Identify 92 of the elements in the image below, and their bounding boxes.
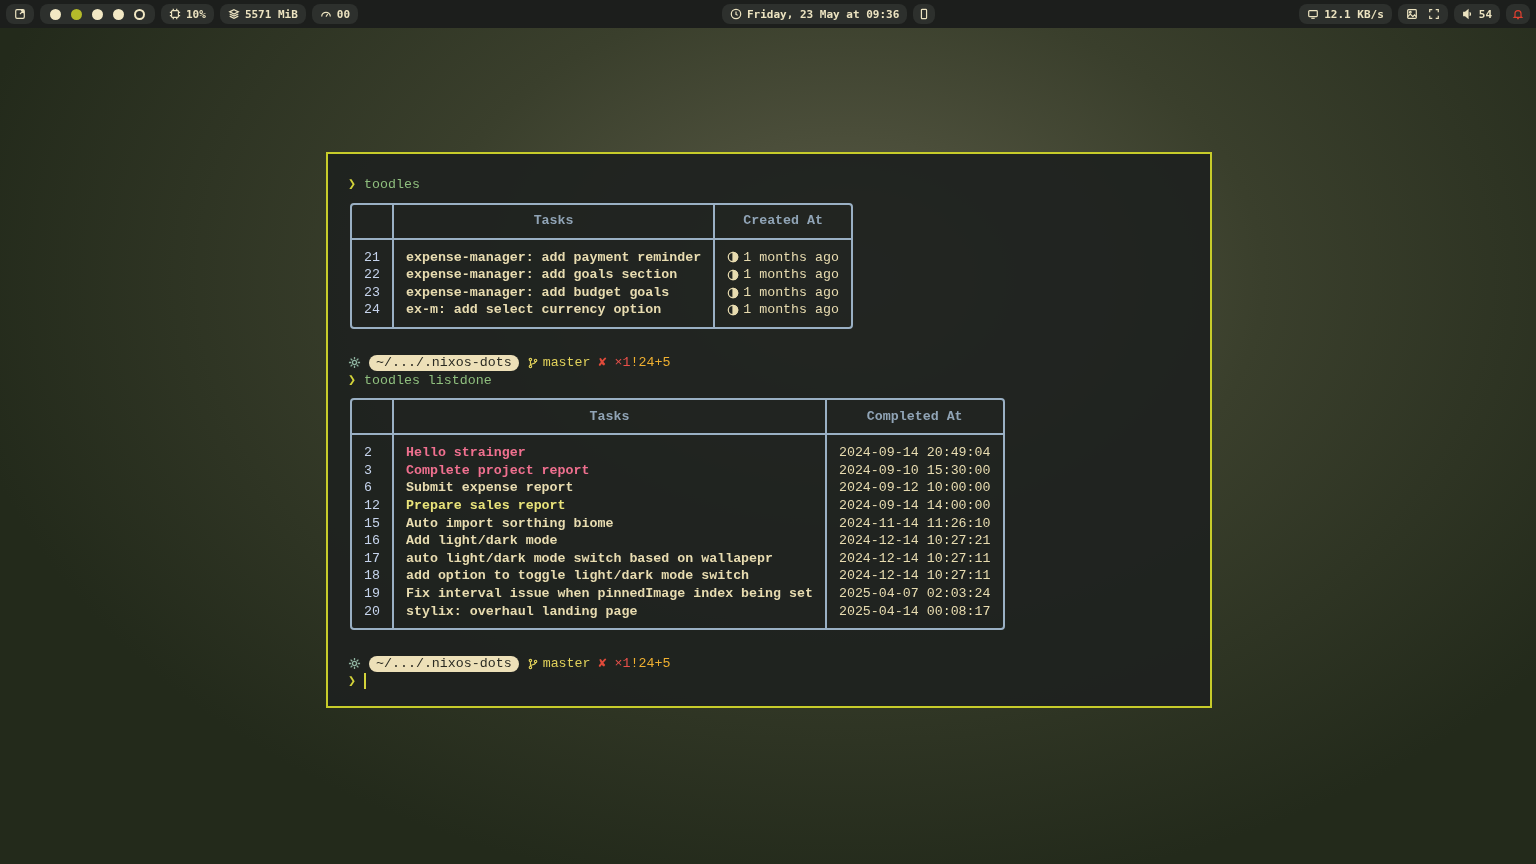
completed-time: 2024-11-14 11:26:10 <box>824 514 1003 533</box>
column-header: Tasks <box>391 400 825 436</box>
monitor-icon <box>1307 8 1320 20</box>
task-title: Fix interval issue when pinnedImage index being set <box>405 585 813 601</box>
directory-path: ~/.../.nixos-dots <box>369 354 519 371</box>
task-id: 2 <box>363 444 373 462</box>
completed-time: 2024-09-10 15:30:00 <box>824 461 1003 480</box>
workspace-dot[interactable] <box>50 8 61 20</box>
column-header: Completed At <box>824 400 1003 436</box>
wallpaper-button[interactable] <box>1405 8 1418 20</box>
prompt-symbol: ❯ <box>348 176 356 194</box>
workspace-dot[interactable] <box>134 8 145 20</box>
prompt-symbol: ❯ <box>348 672 356 691</box>
completed-time: 2024-09-12 10:00:00 <box>824 479 1003 497</box>
git-branch-icon <box>526 657 539 670</box>
task-id: 23 <box>363 283 381 302</box>
task-title: Prepare sales report <box>405 497 566 513</box>
command-text: toodles listdone <box>364 371 492 390</box>
created-time: 1 months ago <box>743 283 839 302</box>
created-time: 1 months ago <box>743 248 839 267</box>
git-status-mark: ✘ <box>598 655 607 673</box>
task-title: expense-manager: add budget goals <box>405 284 670 300</box>
task-title: Auto import sorthing biome <box>405 515 614 531</box>
column-header: Tasks <box>391 204 714 240</box>
completed-time: 2024-09-14 14:00:00 <box>824 496 1003 515</box>
task-title: add option to toggle light/dark mode switch <box>405 568 750 584</box>
layers-icon <box>227 8 240 20</box>
column-header: Created At <box>713 204 851 240</box>
fullscreen-icon <box>1427 8 1440 20</box>
completed-time: 2024-12-14 10:27:11 <box>824 567 1003 585</box>
phone-button[interactable] <box>913 4 936 24</box>
fullscreen-button[interactable] <box>1427 8 1440 20</box>
network-speed: 12.1 KB/s <box>1324 7 1384 21</box>
task-title: stylix: overhaul landing page <box>405 603 638 619</box>
clock-text: Friday, 23 May at 09:36 <box>746 7 900 21</box>
git-conflicts: ×1 <box>614 353 631 372</box>
gear-icon <box>348 356 361 370</box>
volume-indicator[interactable]: 54 <box>1453 4 1500 24</box>
launcher-button[interactable] <box>6 4 34 24</box>
task-id: 22 <box>363 266 381 284</box>
memory-usage: 5571 MiB <box>244 7 298 21</box>
git-changes: !24+5 <box>630 353 671 372</box>
completed-time: 2025-04-07 02:03:24 <box>824 584 1003 603</box>
task-title: expense-manager: add goals section <box>405 267 678 283</box>
task-title: Submit expense report <box>405 480 574 496</box>
task-title: Complete project report <box>405 462 590 478</box>
speaker-icon <box>1461 8 1474 20</box>
task-title: ex-m: add select currency option <box>405 302 662 318</box>
git-status-mark: ✘ <box>598 353 607 372</box>
task-id: 6 <box>363 479 373 497</box>
task-title: Hello strainger <box>405 445 526 461</box>
completed-time: 2024-09-14 20:49:04 <box>824 435 1003 462</box>
completed-time: 2024-12-14 10:27:21 <box>824 532 1003 550</box>
gpu-usage: 00 <box>336 7 351 21</box>
created-time: 1 months ago <box>743 301 839 319</box>
task-id: 18 <box>363 567 381 585</box>
notifications-button[interactable] <box>1506 4 1530 24</box>
git-branch: master <box>542 353 591 372</box>
task-id: 15 <box>363 514 381 533</box>
workspace-dot[interactable] <box>71 8 82 20</box>
completed-time: 2025-04-14 00:08:17 <box>824 602 1003 629</box>
task-id: 3 <box>363 461 373 480</box>
task-id: 20 <box>363 602 381 621</box>
text-cursor <box>364 673 366 690</box>
git-changes: !24+5 <box>630 655 671 673</box>
cpu-icon <box>169 8 181 20</box>
created-time: 1 months ago <box>743 266 839 284</box>
prompt-symbol: ❯ <box>348 371 356 390</box>
git-branch-icon <box>526 356 539 369</box>
workspace-dot[interactable] <box>113 8 124 20</box>
cpu-usage: 10% <box>186 7 206 21</box>
clock-widget[interactable]: Friday, 23 May at 09:36 <box>721 4 908 24</box>
bell-icon <box>1512 8 1524 20</box>
workspace-dot[interactable] <box>92 8 103 20</box>
git-branch: master <box>542 655 591 673</box>
task-id: 24 <box>363 301 381 320</box>
task-id: 16 <box>363 532 381 550</box>
command-text: toodles <box>364 176 420 194</box>
git-conflicts: ×1 <box>614 655 631 673</box>
task-id: 17 <box>363 549 381 568</box>
gear-icon <box>348 657 361 671</box>
task-id: 21 <box>363 248 381 267</box>
task-title: expense-manager: add payment reminder <box>405 249 702 265</box>
task-id: 12 <box>363 496 381 515</box>
task-title: auto light/dark mode switch based on wallapepr <box>405 550 774 566</box>
completed-time: 2024-12-14 10:27:11 <box>824 549 1003 568</box>
task-id: 19 <box>363 584 381 603</box>
image-icon <box>1405 8 1418 20</box>
launcher-icon <box>14 8 26 20</box>
directory-path: ~/.../.nixos-dots <box>369 655 519 672</box>
volume-level: 54 <box>1478 7 1492 21</box>
task-title: Add light/dark mode <box>405 533 558 549</box>
